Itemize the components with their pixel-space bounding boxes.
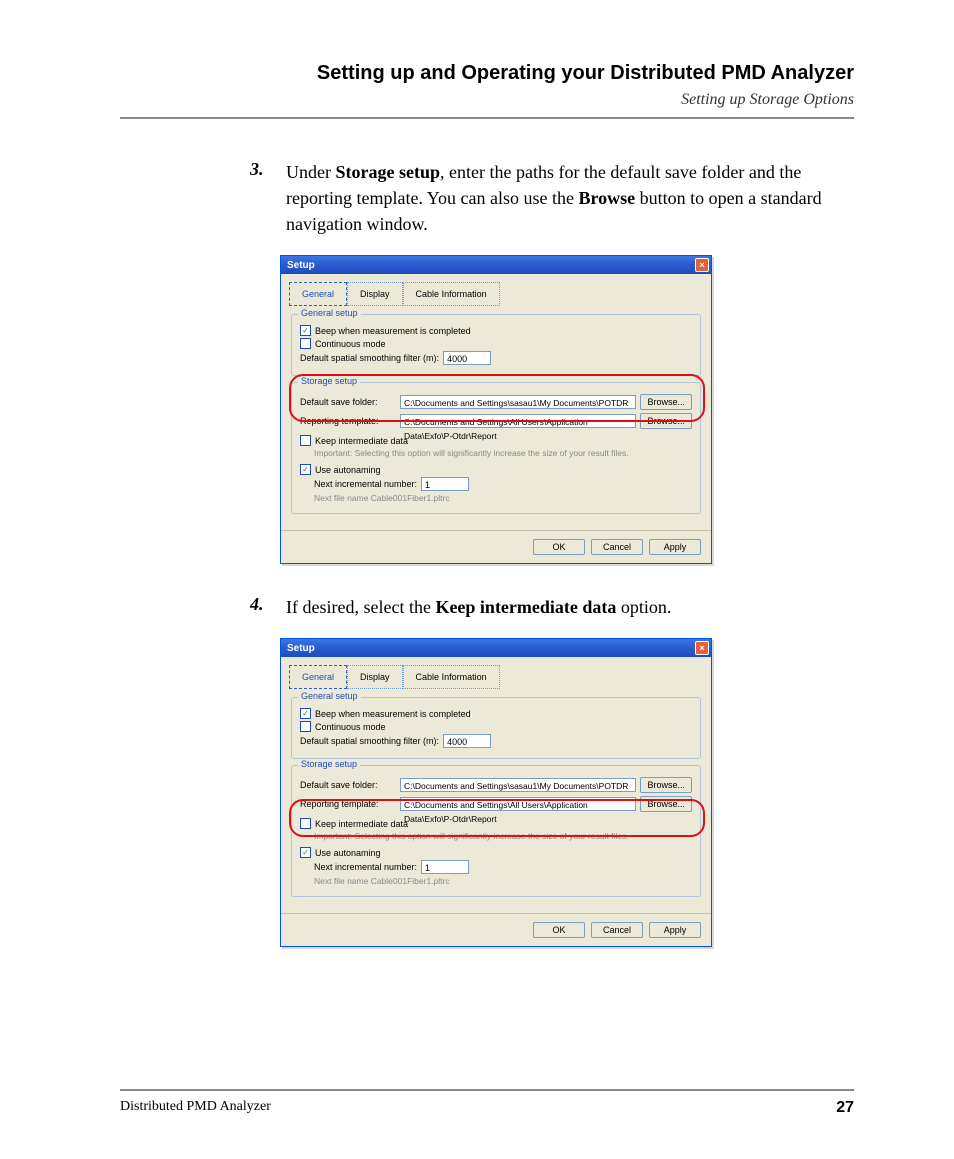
filter-label: Default spatial smoothing filter (m): xyxy=(300,736,439,746)
dialog-title: Setup xyxy=(287,260,315,271)
keep-intermediate-note: Important: Selecting this option will si… xyxy=(314,831,629,841)
ok-button[interactable]: OK xyxy=(533,539,585,555)
save-folder-input[interactable]: C:\Documents and Settings\sasau1\My Docu… xyxy=(400,395,636,409)
tab-bar: General Display Cable Information xyxy=(281,274,711,306)
reporting-template-label: Reporting template: xyxy=(300,799,396,809)
beep-checkbox[interactable]: ✓ xyxy=(300,325,311,336)
next-filename-label: Next file name Cable001Fiber1.pltrc xyxy=(314,876,450,886)
step-bold: Keep intermediate data xyxy=(435,597,616,617)
storage-setup-legend: Storage setup xyxy=(298,759,360,769)
reporting-template-input[interactable]: C:\Documents and Settings\All Users\Appl… xyxy=(400,797,636,811)
apply-button[interactable]: Apply xyxy=(649,922,701,938)
tab-display[interactable]: Display xyxy=(347,665,403,689)
tab-general[interactable]: General xyxy=(289,282,347,306)
general-setup-legend: General setup xyxy=(298,308,361,318)
close-icon[interactable]: × xyxy=(695,641,709,655)
step-text: option. xyxy=(616,597,671,617)
reporting-template-input[interactable]: C:\Documents and Settings\All Users\Appl… xyxy=(400,414,636,428)
filter-input[interactable]: 4000 xyxy=(443,351,491,365)
footer-page-number: 27 xyxy=(836,1099,854,1117)
screenshot-2: Setup × General Display Cable Informatio… xyxy=(280,638,854,947)
browse-template-button[interactable]: Browse... xyxy=(640,796,692,812)
page-footer: Distributed PMD Analyzer 27 xyxy=(120,1089,854,1117)
beep-label: Beep when measurement is completed xyxy=(315,326,471,336)
autonaming-checkbox[interactable]: ✓ xyxy=(300,847,311,858)
browse-save-button[interactable]: Browse... xyxy=(640,777,692,793)
tab-cable-information[interactable]: Cable Information xyxy=(403,282,500,306)
keep-intermediate-checkbox[interactable] xyxy=(300,818,311,829)
cancel-button[interactable]: Cancel xyxy=(591,539,643,555)
close-icon[interactable]: × xyxy=(695,258,709,272)
incremental-number-label: Next incremental number: xyxy=(314,862,417,872)
header-rule xyxy=(120,117,854,119)
filter-label: Default spatial smoothing filter (m): xyxy=(300,353,439,363)
tab-bar: General Display Cable Information xyxy=(281,657,711,689)
beep-label: Beep when measurement is completed xyxy=(315,709,471,719)
filter-input[interactable]: 4000 xyxy=(443,734,491,748)
general-setup-legend: General setup xyxy=(298,691,361,701)
continuous-mode-label: Continuous mode xyxy=(315,722,386,732)
save-folder-label: Default save folder: xyxy=(300,780,396,790)
browse-save-button[interactable]: Browse... xyxy=(640,394,692,410)
dialog-title: Setup xyxy=(287,643,315,654)
step-text: Under xyxy=(286,162,335,182)
step-body: Under Storage setup, enter the paths for… xyxy=(286,159,854,237)
incremental-number-input[interactable]: 1 xyxy=(421,860,469,874)
dialog-footer: OK Cancel Apply xyxy=(281,913,711,946)
apply-button[interactable]: Apply xyxy=(649,539,701,555)
save-folder-input[interactable]: C:\Documents and Settings\sasau1\My Docu… xyxy=(400,778,636,792)
page-header-title: Setting up and Operating your Distribute… xyxy=(120,62,854,85)
tab-general[interactable]: General xyxy=(289,665,347,689)
dialog-titlebar[interactable]: Setup × xyxy=(281,256,711,274)
general-setup-group: General setup ✓ Beep when measurement is… xyxy=(291,314,701,376)
autonaming-label: Use autonaming xyxy=(315,465,381,475)
next-filename-label: Next file name Cable001Fiber1.pltrc xyxy=(314,493,450,503)
step-body: If desired, select the Keep intermediate… xyxy=(286,594,671,620)
page-header-subtitle: Setting up Storage Options xyxy=(120,91,854,109)
keep-intermediate-label: Keep intermediate data xyxy=(315,436,408,446)
tab-display[interactable]: Display xyxy=(347,282,403,306)
autonaming-checkbox[interactable]: ✓ xyxy=(300,464,311,475)
save-folder-label: Default save folder: xyxy=(300,397,396,407)
tab-cable-information[interactable]: Cable Information xyxy=(403,665,500,689)
storage-setup-group: Storage setup Default save folder: C:\Do… xyxy=(291,382,701,514)
beep-checkbox[interactable]: ✓ xyxy=(300,708,311,719)
step-4: 4. If desired, select the Keep intermedi… xyxy=(250,594,854,620)
cancel-button[interactable]: Cancel xyxy=(591,922,643,938)
browse-template-button[interactable]: Browse... xyxy=(640,413,692,429)
step-number: 4. xyxy=(250,594,270,620)
reporting-template-label: Reporting template: xyxy=(300,416,396,426)
step-text: If desired, select the xyxy=(286,597,435,617)
continuous-mode-checkbox[interactable] xyxy=(300,721,311,732)
autonaming-label: Use autonaming xyxy=(315,848,381,858)
keep-intermediate-checkbox[interactable] xyxy=(300,435,311,446)
ok-button[interactable]: OK xyxy=(533,922,585,938)
step-bold: Browse xyxy=(578,188,635,208)
screenshot-1: Setup × General Display Cable Informatio… xyxy=(280,255,854,564)
setup-dialog: Setup × General Display Cable Informatio… xyxy=(280,255,712,564)
incremental-number-input[interactable]: 1 xyxy=(421,477,469,491)
storage-setup-group: Storage setup Default save folder: C:\Do… xyxy=(291,765,701,897)
dialog-titlebar[interactable]: Setup × xyxy=(281,639,711,657)
dialog-footer: OK Cancel Apply xyxy=(281,530,711,563)
continuous-mode-checkbox[interactable] xyxy=(300,338,311,349)
step-3: 3. Under Storage setup, enter the paths … xyxy=(250,159,854,237)
step-number: 3. xyxy=(250,159,270,237)
storage-setup-legend: Storage setup xyxy=(298,376,360,386)
setup-dialog: Setup × General Display Cable Informatio… xyxy=(280,638,712,947)
keep-intermediate-note: Important: Selecting this option will si… xyxy=(314,448,629,458)
general-setup-group: General setup ✓ Beep when measurement is… xyxy=(291,697,701,759)
step-bold: Storage setup xyxy=(335,162,440,182)
incremental-number-label: Next incremental number: xyxy=(314,479,417,489)
footer-doc-name: Distributed PMD Analyzer xyxy=(120,1099,271,1117)
continuous-mode-label: Continuous mode xyxy=(315,339,386,349)
keep-intermediate-label: Keep intermediate data xyxy=(315,819,408,829)
